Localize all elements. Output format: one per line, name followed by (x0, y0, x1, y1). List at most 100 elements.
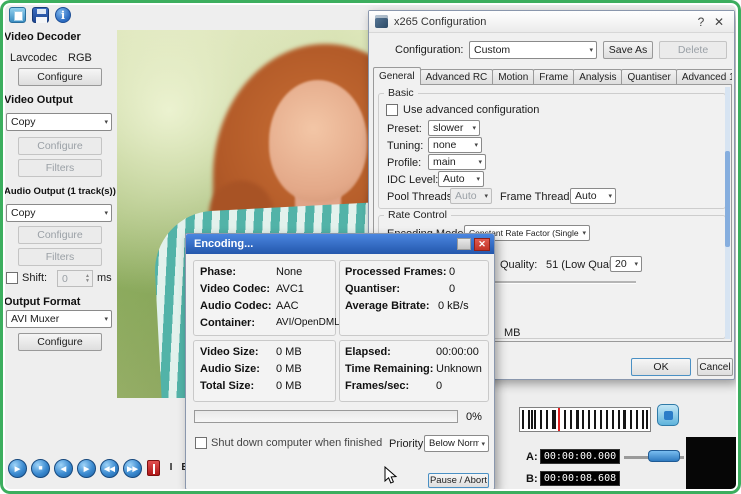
panel-scrollbar[interactable] (725, 87, 730, 339)
chevron-down-icon (608, 192, 612, 200)
audio-codec-label: Audio Codec: (200, 300, 272, 312)
output-format-configure-button[interactable]: Configure (18, 333, 102, 351)
preset-select[interactable]: slower (428, 120, 480, 136)
tab-quantiser[interactable]: Quantiser (621, 69, 676, 85)
marker-line (153, 464, 155, 474)
mouse-cursor (384, 466, 399, 485)
step-forward-button[interactable]: ▶ (77, 459, 96, 478)
profile-value: main (433, 156, 476, 168)
audio-output-select[interactable]: Copy (6, 204, 112, 222)
x265-dialog-title: x265 Configuration (394, 16, 692, 28)
tab-advanced-rc[interactable]: Advanced RC (420, 69, 494, 85)
shutdown-checkbox[interactable] (195, 437, 207, 449)
scrubber-position-marker[interactable] (558, 408, 560, 431)
tab-general[interactable]: General (373, 67, 421, 85)
help-button[interactable] (457, 238, 471, 250)
total-size-label: Total Size: (200, 380, 254, 392)
delete-button[interactable]: Delete (659, 41, 727, 59)
tab-frame[interactable]: Frame (533, 69, 574, 85)
chevron-down-icon (104, 315, 108, 323)
output-format-select[interactable]: AVI Muxer (6, 310, 112, 328)
stop-button[interactable]: ■ (31, 459, 50, 478)
video-output-value: Copy (11, 116, 102, 128)
priority-select[interactable]: Below Normal (424, 435, 489, 452)
navigate-glyph (664, 411, 673, 420)
avidemux-window: i Video Decoder Lavcodec RGB Configure V… (0, 0, 741, 494)
marker-a-button[interactable]: I (164, 460, 178, 476)
frame-scrubber[interactable] (519, 407, 651, 432)
shift-checkbox[interactable] (6, 272, 18, 284)
marker-a-label: A: (526, 451, 538, 463)
video-size-value: 0 MB (276, 346, 302, 358)
frame-threads-value: Auto (575, 190, 606, 202)
audio-filters-button[interactable]: Filters (18, 248, 102, 266)
play-button[interactable]: ▶ (8, 459, 27, 478)
audio-size-label: Audio Size: (200, 363, 260, 375)
scrollbar-thumb[interactable] (725, 151, 730, 247)
video-output-configure-button[interactable]: Configure (18, 137, 102, 155)
pool-threads-select[interactable]: Auto (450, 188, 492, 204)
info-icon[interactable]: i (55, 7, 71, 23)
open-file-icon[interactable] (9, 7, 26, 23)
ok-button[interactable]: OK (631, 358, 691, 376)
video-decoder-configure-button[interactable]: Configure (18, 68, 102, 86)
help-button[interactable]: ? (692, 15, 710, 29)
prev-keyframe-button[interactable]: ◀◀ (100, 459, 119, 478)
frame-threads-select[interactable]: Auto (570, 188, 616, 204)
audio-configure-button[interactable]: Configure (18, 226, 102, 244)
elapsed-label: Elapsed: (345, 346, 391, 358)
volume-slider-handle[interactable] (648, 450, 680, 462)
pause-abort-button[interactable]: Pause / Abort (428, 473, 489, 488)
idc-level-select[interactable]: Auto (438, 171, 484, 187)
step-back-button[interactable]: ◀ (54, 459, 73, 478)
profile-select[interactable]: main (428, 154, 486, 170)
pool-threads-label: Pool Threads (387, 191, 452, 203)
subject-face (269, 80, 367, 202)
basic-legend: Basic (384, 87, 418, 99)
tuning-select[interactable]: none (428, 137, 482, 153)
frames-per-sec-label: Frames/sec: (345, 380, 409, 392)
chevron-down-icon (476, 175, 480, 183)
container-value: AVI/OpenDML (276, 317, 340, 328)
diskette-label (36, 17, 47, 23)
video-output-filters-button[interactable]: Filters (18, 159, 102, 177)
chevron-down-icon (589, 46, 593, 54)
tab-motion[interactable]: Motion (492, 69, 534, 85)
progress-percent: 0% (466, 411, 482, 423)
shift-label: Shift: (22, 272, 47, 284)
close-icon[interactable]: ✕ (710, 15, 728, 29)
encoding-dialog-titlebar[interactable]: Encoding... ✕ (186, 234, 494, 254)
save-icon[interactable] (32, 7, 49, 23)
x265-dialog-titlebar[interactable]: x265 Configuration ? ✕ (369, 11, 734, 33)
spinner-arrows-icon (85, 274, 90, 284)
quantiser-label: Quantiser: (345, 283, 400, 295)
quantiser-value: 0 (449, 283, 455, 295)
tab-advanced-1[interactable]: Advanced 1 (676, 69, 732, 85)
quality-stepper[interactable]: 20 (610, 256, 642, 272)
cancel-button[interactable]: Cancel (697, 358, 733, 376)
next-keyframe-button[interactable]: ▶▶ (123, 459, 142, 478)
configuration-select[interactable]: Custom (469, 41, 597, 59)
phase-label: Phase: (200, 266, 236, 278)
chevron-down-icon (474, 141, 478, 149)
average-bitrate-value: 0 kB/s (438, 300, 469, 312)
chevron-down-icon (478, 158, 482, 166)
video-output-heading: Video Output (4, 94, 73, 106)
save-as-button[interactable]: Save As (603, 41, 653, 59)
marker-red-icon[interactable] (147, 460, 160, 476)
idc-level-value: Auto (443, 173, 474, 185)
close-icon[interactable]: ✕ (474, 238, 490, 251)
phase-value: None (276, 266, 302, 278)
video-decoder-mode: RGB (68, 52, 92, 64)
shift-stepper[interactable]: 0 (57, 270, 93, 287)
marker-b-label: B: (526, 473, 538, 485)
video-codec-value: AVC1 (276, 283, 304, 295)
video-output-select[interactable]: Copy (6, 113, 112, 131)
video-decoder-heading: Video Decoder (4, 31, 81, 43)
navigate-icon[interactable] (657, 404, 679, 426)
tuning-label: Tuning: (387, 140, 423, 152)
tab-analysis[interactable]: Analysis (573, 69, 622, 85)
use-advanced-checkbox[interactable] (386, 104, 398, 116)
encoding-progress-bar (194, 410, 458, 423)
chevron-down-icon (484, 192, 488, 200)
